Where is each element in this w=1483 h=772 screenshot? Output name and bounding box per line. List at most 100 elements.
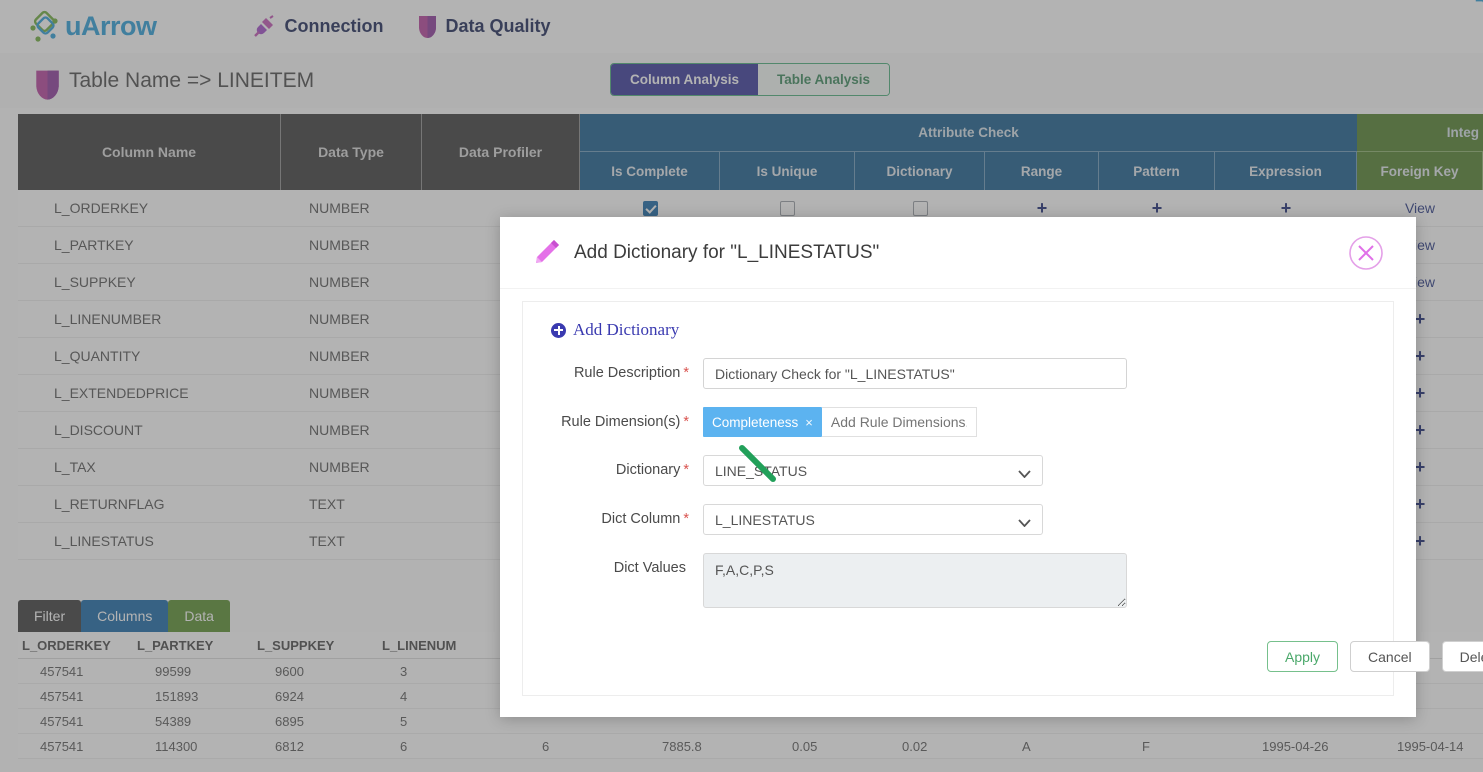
cell-is-complete[interactable] (580, 200, 720, 216)
plus-icon[interactable]: + (1415, 495, 1426, 513)
cell-column-name: L_SUPPKEY (54, 274, 136, 290)
data-grid-cell: 9600 (275, 663, 304, 679)
rule-dimensions-input[interactable] (821, 407, 977, 437)
label-dict-column-text: Dict Column (601, 511, 681, 527)
cancel-button[interactable]: Cancel (1350, 641, 1430, 672)
close-icon[interactable] (1348, 235, 1384, 271)
cell-expression[interactable]: + (1215, 199, 1357, 217)
header-integrity-subcolumns: Foreign Key (1357, 151, 1483, 190)
view-link[interactable]: View (1405, 200, 1435, 216)
required-marker: * (683, 414, 689, 430)
checkbox-unchecked[interactable] (780, 200, 795, 216)
plus-icon[interactable]: + (1415, 310, 1426, 328)
plus-icon[interactable]: + (1415, 347, 1426, 365)
tab-data[interactable]: Data (168, 600, 230, 632)
data-grid-cell: 5 (400, 713, 408, 729)
plus-icon[interactable]: + (1281, 199, 1292, 217)
header-dictionary[interactable]: Dictionary (855, 151, 985, 190)
dictionary-select[interactable] (703, 455, 1043, 486)
field-row-rule-description: Rule Description * (523, 358, 1393, 389)
cell-column-name: L_LINESTATUS (54, 533, 154, 549)
header-foreign-key[interactable]: Foreign Key (1357, 151, 1483, 190)
data-grid-cell: 6895 (275, 713, 304, 729)
plus-icon[interactable]: + (1415, 532, 1426, 550)
data-grid-cell: 7885.8 (662, 738, 702, 754)
tab-filter[interactable]: Filter (18, 600, 82, 632)
data-grid-cell: 4 (400, 688, 408, 704)
data-grid-cell: 1995-04-26 (1262, 738, 1329, 754)
data-grid-cell: 6924 (275, 688, 304, 704)
cell-data-type: TEXT (309, 496, 345, 512)
header-is-unique[interactable]: Is Unique (720, 151, 855, 190)
tab-table-analysis[interactable]: Table Analysis (758, 64, 890, 95)
header-data-type[interactable]: Data Type (281, 114, 422, 190)
checkbox-checked[interactable] (642, 200, 658, 216)
cell-column-name: L_DISCOUNT (54, 422, 143, 438)
cell-column-name: L_EXTENDEDPRICE (54, 385, 189, 401)
cell-range[interactable]: + (985, 199, 1099, 217)
field-row-rule-dimensions: Rule Dimension(s) * Completeness × (523, 407, 1393, 437)
header-data-profiler[interactable]: Data Profiler (422, 114, 580, 190)
data-grid-cell: 151893 (155, 688, 199, 704)
plus-icon[interactable]: + (1415, 421, 1426, 439)
field-row-dictionary: Dictionary * (523, 455, 1393, 486)
brand-logo-group[interactable]: uArrow ⇒ (28, 0, 1483, 44)
dict-column-select[interactable] (703, 504, 1043, 535)
tab-columns[interactable]: Columns (81, 600, 169, 632)
cell-is-unique[interactable] (720, 200, 855, 216)
modal-header: Add Dictionary for "L_LINESTATUS" (500, 217, 1416, 289)
data-grid-cell: 457541 (40, 738, 84, 754)
data-grid-cell: 0.02 (902, 738, 928, 754)
cell-column-name: L_TAX (54, 459, 96, 475)
delete-button[interactable]: Delete (1441, 641, 1483, 672)
header-range[interactable]: Range (985, 151, 1099, 190)
header-expression[interactable]: Expression (1215, 151, 1357, 190)
header-column-name[interactable]: Column Name (18, 114, 281, 190)
cell-column-name: L_PARTKEY (54, 237, 134, 253)
plus-icon[interactable]: + (1415, 384, 1426, 402)
header-pattern[interactable]: Pattern (1099, 151, 1215, 190)
data-grid-cell: F (1142, 738, 1150, 754)
data-grid-header-cell[interactable]: L_LINENUM (378, 638, 498, 653)
cell-data-type: NUMBER (309, 237, 370, 253)
cell-dictionary[interactable] (855, 200, 985, 216)
data-grid-row: 457541 114300 6812 6 6 7885.8 0.05 0.02 A F 1995-0… (18, 734, 1483, 759)
brand-arrow-icon: ⇒ (1475, 0, 1483, 8)
apply-button[interactable]: Apply (1267, 641, 1339, 672)
data-grid-header-cell[interactable]: L_PARTKEY (133, 638, 253, 653)
cell-data-type: NUMBER (309, 348, 370, 364)
cell-foreign-key[interactable]: View (1357, 200, 1483, 216)
data-grid-header-cell[interactable]: L_ORDERKEY (18, 638, 133, 653)
control-dictionary (703, 455, 1393, 486)
cell-column-name: L_LINENUMBER (54, 311, 162, 327)
dict-values-textarea[interactable] (703, 553, 1127, 608)
dictionary-select-wrap (703, 455, 1043, 486)
header-group-attribute-check: Attribute Check Is Complete Is Unique Di… (580, 114, 1357, 190)
tag-remove-icon[interactable]: × (805, 415, 813, 430)
field-row-dict-values: Dict Values (523, 553, 1393, 613)
header-is-complete[interactable]: Is Complete (580, 151, 720, 190)
data-grid-header-cell[interactable]: L_SUPPKEY (253, 638, 378, 653)
cell-data-type: NUMBER (309, 422, 370, 438)
cell-data-type: NUMBER (309, 200, 370, 216)
add-dictionary-link[interactable]: Add Dictionary (551, 320, 1393, 340)
control-rule-dimensions: Completeness × (703, 407, 1393, 437)
plus-icon[interactable]: + (1415, 458, 1426, 476)
app-root: uArrow ⇒ Connection (0, 0, 1483, 772)
data-grid-cell: 6 (400, 738, 408, 754)
nav-item-connection[interactable]: Connection (252, 14, 384, 39)
checkbox-unchecked[interactable] (912, 200, 928, 216)
rule-description-input[interactable] (703, 358, 1127, 389)
nav-item-data-quality[interactable]: Data Quality (418, 14, 551, 39)
plus-icon[interactable]: + (1037, 199, 1048, 217)
data-grid-cell: 457541 (40, 713, 84, 729)
tag-completeness[interactable]: Completeness × (703, 407, 822, 437)
tab-column-analysis[interactable]: Column Analysis (611, 64, 759, 95)
plus-icon[interactable]: + (1152, 199, 1163, 217)
rule-dimensions-tagbox: Completeness × (703, 407, 1393, 437)
plus-circle-icon (551, 322, 566, 338)
data-grid-cell: 6 (542, 738, 550, 754)
nav-items: Connection Data Quality (252, 14, 551, 39)
cell-pattern[interactable]: + (1099, 199, 1215, 217)
header-group-integrity: Integ Foreign Key (1357, 114, 1483, 190)
